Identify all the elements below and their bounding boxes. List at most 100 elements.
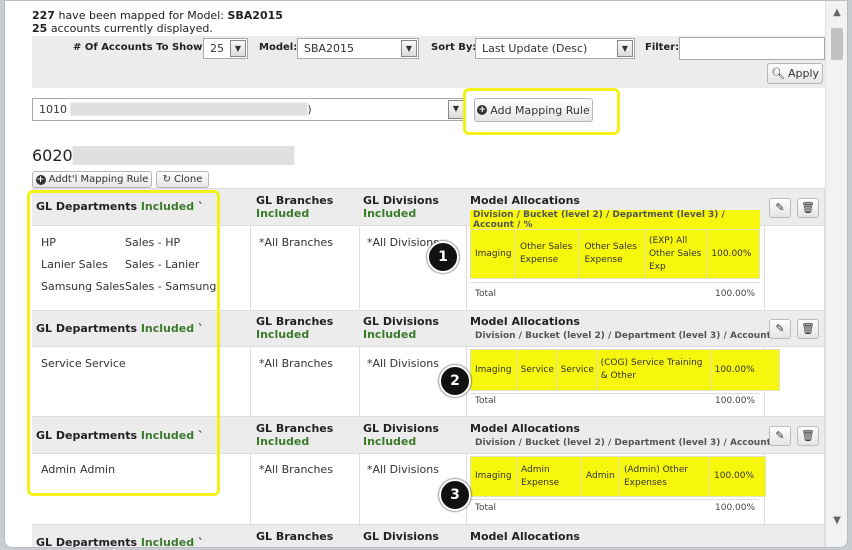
highlight-box bbox=[27, 190, 220, 496]
total-value: 100.00% bbox=[715, 396, 756, 406]
alloc-division: Imaging bbox=[471, 350, 517, 390]
scroll-thumb[interactable] bbox=[831, 28, 843, 60]
add-mapping-rule-label: Add Mapping Rule bbox=[490, 103, 590, 117]
divider bbox=[250, 188, 251, 547]
mapped-text: have been mapped for Model: bbox=[58, 9, 224, 22]
sort-select[interactable]: Last Update (Desc) ▼ bbox=[475, 38, 635, 59]
model-select[interactable]: SBA2015 ▼ bbox=[297, 38, 419, 59]
edit-icon[interactable]: ✎ bbox=[769, 426, 791, 446]
mapped-count: 227 bbox=[32, 9, 55, 22]
alloc-department: Other Sales Expense bbox=[580, 230, 645, 278]
scrollbar[interactable]: ▲ ▼ bbox=[825, 1, 847, 547]
clone-label: Clone bbox=[174, 173, 203, 185]
model-alloc-header: Model Allocations bbox=[470, 422, 580, 435]
divider bbox=[470, 393, 760, 394]
chevron-down-icon: ▼ bbox=[617, 40, 633, 57]
status-text: 227 have been mapped for Model: SBA2015 … bbox=[32, 9, 283, 35]
alloc-percent: 100.00% bbox=[711, 248, 752, 259]
divisions-value: *All Divisions bbox=[367, 463, 439, 476]
divisions-value: *All Divisions bbox=[367, 236, 439, 249]
chevron-down-icon: ▼ bbox=[448, 100, 464, 119]
alloc-account: (Admin) Other Expenses bbox=[620, 457, 710, 496]
account-value: 1010 bbox=[39, 103, 67, 116]
edit-icon[interactable]: ✎ bbox=[769, 198, 791, 218]
browser-window: 227 have been mapped for Model: SBA2015 … bbox=[4, 0, 848, 548]
apply-button[interactable]: 🔍︎ Apply bbox=[767, 63, 823, 84]
divisions-value: *All Divisions bbox=[367, 357, 439, 370]
allocation-row: Imaging Other Sales Expense Other Sales … bbox=[470, 229, 760, 279]
filter-bar: # Of Accounts To Show: 25 ▼ Model: SBA201… bbox=[32, 36, 826, 88]
displayed-text: accounts currently displayed. bbox=[50, 22, 213, 35]
accounts-value: 25 bbox=[210, 42, 224, 55]
divisions-header: GL Divisions Included bbox=[363, 315, 439, 341]
chevron-down-icon: ▼ bbox=[230, 40, 246, 57]
addl-mapping-rule-button[interactable]: + Addt'l Mapping Rule bbox=[32, 171, 152, 188]
alloc-bucket: Admin Expense bbox=[517, 457, 582, 496]
add-mapping-rule-button[interactable]: + Add Mapping Rule bbox=[474, 98, 593, 122]
allocation-row: Imaging Admin Expense Admin (Admin) Othe… bbox=[470, 456, 766, 497]
total-label: Total bbox=[475, 289, 497, 299]
alloc-account: (EXP) All Other Sales Exp bbox=[645, 230, 708, 278]
account-select[interactable]: 1010 ████████████████████████████) ▼ bbox=[32, 98, 466, 121]
account-suffix: ) bbox=[307, 103, 312, 116]
step-badge: 1 bbox=[427, 241, 459, 273]
total-value: 100.00% bbox=[715, 289, 756, 299]
alloc-percent: 100.00% bbox=[714, 471, 755, 481]
delete-icon[interactable]: 🗑︎ bbox=[797, 426, 819, 446]
branches-value: *All Branches bbox=[259, 236, 333, 249]
total-value: 100.00% bbox=[715, 503, 756, 513]
divider bbox=[470, 499, 760, 500]
model-alloc-header: Model Allocations bbox=[470, 194, 580, 207]
account-heading: 6020██████████████████ bbox=[32, 146, 294, 165]
alloc-subheader: Division / Bucket (level 2) / Department… bbox=[475, 331, 790, 341]
step-badge: 2 bbox=[439, 365, 471, 397]
edit-icon[interactable]: ✎ bbox=[769, 319, 791, 339]
branches-header: GL Branches Included bbox=[256, 194, 334, 220]
model-value: SBA2015 bbox=[304, 42, 355, 55]
branches-header: GL Branches bbox=[256, 530, 334, 543]
account-blurred: ████████████████████████████ bbox=[67, 103, 308, 116]
step-badge: 3 bbox=[439, 479, 471, 511]
displayed-count: 25 bbox=[32, 22, 48, 35]
plus-icon: + bbox=[477, 105, 488, 115]
plus-icon: + bbox=[35, 174, 46, 185]
account-name-blurred: ██████████████████ bbox=[72, 146, 295, 165]
chevron-down-icon: ▼ bbox=[401, 40, 417, 57]
delete-icon[interactable]: 🗑︎ bbox=[797, 198, 819, 218]
chevron-up-icon[interactable]: ▲ bbox=[826, 3, 847, 23]
filter-input[interactable] bbox=[679, 37, 825, 60]
chevron-down-icon[interactable]: ▼ bbox=[826, 511, 847, 531]
model-label: Model: bbox=[259, 42, 298, 53]
alloc-subheader: Division / Bucket (level 2) / Department… bbox=[470, 210, 760, 230]
alloc-bucket: Service bbox=[517, 350, 557, 390]
model-alloc-header: Model Allocations bbox=[470, 530, 580, 543]
total-label: Total bbox=[475, 503, 497, 513]
search-icon: 🔍︎ bbox=[770, 67, 785, 80]
branches-value: *All Branches bbox=[259, 357, 333, 370]
alloc-division: Imaging bbox=[471, 457, 517, 496]
total-label: Total bbox=[475, 396, 497, 406]
addl-mapping-rule-label: Addt'l Mapping Rule bbox=[48, 173, 149, 185]
divider bbox=[470, 282, 760, 283]
alloc-bucket: Other Sales Expense bbox=[516, 230, 581, 278]
clone-button[interactable]: ↻ Clone bbox=[156, 171, 209, 188]
alloc-subheader: Division / Bucket (level 2) / Department… bbox=[475, 438, 790, 448]
branches-header: GL Branches Included bbox=[256, 315, 334, 341]
branches-header: GL Branches Included bbox=[256, 422, 334, 448]
clone-icon: ↻ bbox=[162, 173, 171, 185]
sort-label: Sort By: bbox=[431, 42, 477, 53]
divisions-header: GL Divisions Included bbox=[363, 422, 439, 448]
alloc-percent: 100.00% bbox=[714, 364, 755, 375]
alloc-account: (COG) Service Training & Other bbox=[597, 350, 711, 390]
alloc-department: Admin bbox=[582, 457, 620, 496]
alloc-division: Imaging bbox=[471, 230, 516, 278]
accounts-select[interactable]: 25 ▼ bbox=[203, 38, 248, 59]
apply-label: Apply bbox=[787, 67, 820, 80]
page-content: 227 have been mapped for Model: SBA2015 … bbox=[5, 1, 826, 547]
branches-value: *All Branches bbox=[259, 463, 333, 476]
model-name: SBA2015 bbox=[227, 9, 283, 22]
sort-value: Last Update (Desc) bbox=[482, 42, 588, 55]
delete-icon[interactable]: 🗑︎ bbox=[797, 319, 819, 339]
accounts-label: # Of Accounts To Show: bbox=[73, 42, 207, 53]
filter-label: Filter: bbox=[645, 42, 680, 53]
